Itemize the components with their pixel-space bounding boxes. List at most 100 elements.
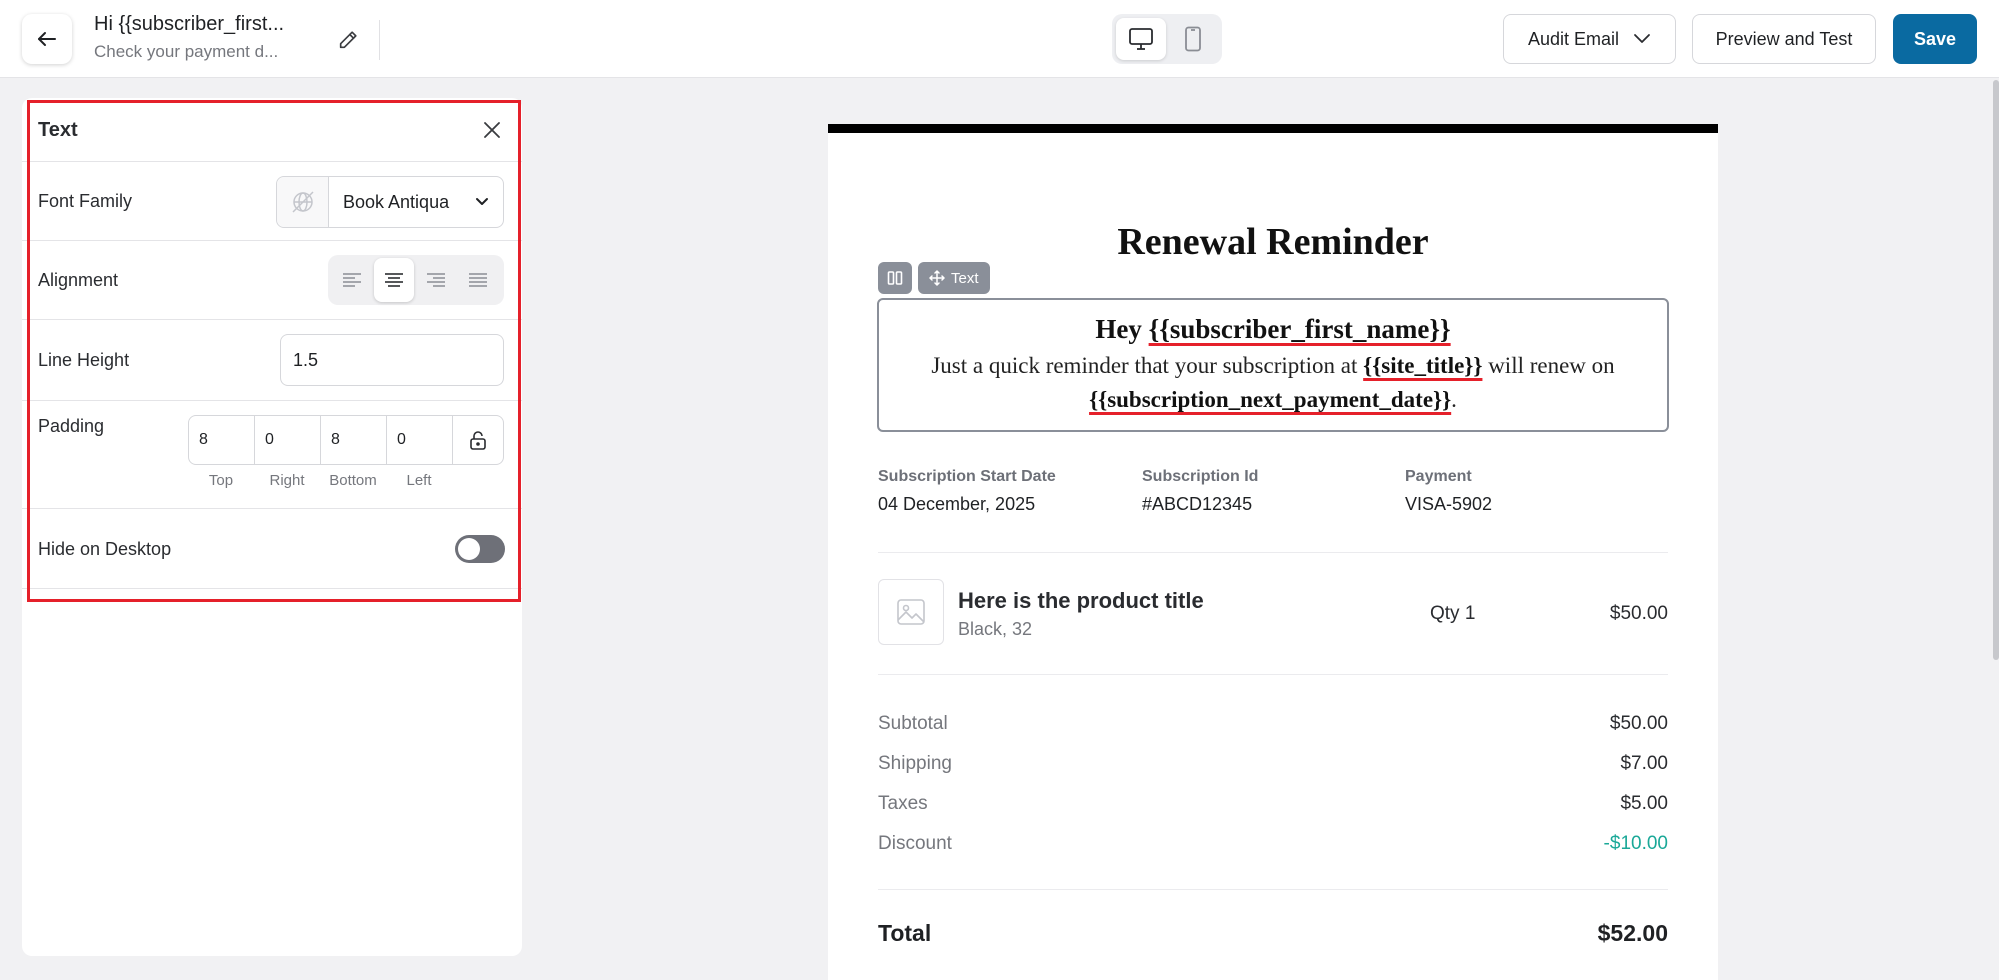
font-family-value: Book Antiqua xyxy=(343,191,450,212)
total-value: $52.00 xyxy=(1597,920,1668,946)
body-middle: will renew on xyxy=(1482,353,1615,378)
padding-left-label: Left xyxy=(406,472,432,489)
summary-row-taxes: Taxes $5.00 xyxy=(878,793,1668,819)
align-left-button[interactable] xyxy=(332,258,372,302)
product-image-placeholder xyxy=(878,579,944,645)
top-divider xyxy=(379,20,380,60)
monitor-icon xyxy=(1129,28,1153,50)
padding-lock-button[interactable] xyxy=(453,416,503,464)
panel-title: Text xyxy=(38,119,78,141)
line-height-input[interactable] xyxy=(280,334,504,386)
audit-email-label: Audit Email xyxy=(1527,28,1620,49)
audit-email-button[interactable]: Audit Email xyxy=(1503,14,1676,64)
move-icon xyxy=(929,270,945,286)
globe-disabled-icon xyxy=(291,191,314,213)
align-right-icon xyxy=(427,273,445,287)
hide-on-desktop-row: Hide on Desktop xyxy=(22,509,522,589)
align-left-icon xyxy=(343,273,361,287)
device-toggle xyxy=(1112,14,1222,64)
panel-header: Text xyxy=(22,98,522,162)
font-family-select[interactable]: Book Antiqua xyxy=(276,176,504,228)
padding-top-input[interactable]: 8 xyxy=(189,416,255,464)
chevron-down-icon xyxy=(476,198,488,205)
align-center-button[interactable] xyxy=(374,258,414,302)
font-family-dropdown[interactable]: Book Antiqua xyxy=(329,177,503,227)
web-font-toggle[interactable] xyxy=(277,177,329,227)
padding-side-labels: Top Right Bottom Left xyxy=(188,472,452,489)
padding-row: Padding 8 0 8 0 Top Right Bottom Left xyxy=(22,401,522,509)
email-subtitle: Check your payment d... xyxy=(94,42,279,61)
meta-label: Payment xyxy=(1405,468,1472,485)
selected-text-block[interactable]: Hey {{subscriber_first_name}} Just a qui… xyxy=(877,298,1669,432)
preview-and-test-button[interactable]: Preview and Test xyxy=(1692,14,1876,64)
page-scrollbar[interactable] xyxy=(1993,80,1999,660)
subscriber-first-name-var: {{subscriber_first_name}} xyxy=(1148,314,1451,344)
divider xyxy=(878,552,1668,553)
top-bar: Hi {{subscriber_first... Check your paym… xyxy=(0,0,1999,78)
summary-label: Subtotal xyxy=(878,713,948,734)
block-columns-button[interactable] xyxy=(878,262,912,294)
next-payment-date-var: {{subscription_next_payment_date}} xyxy=(1089,387,1452,412)
meta-subscription-id: Subscription Id #ABCD12345 xyxy=(1142,468,1258,515)
summary-row-subtotal: Subtotal $50.00 xyxy=(878,713,1668,739)
summary-value-discount: -$10.00 xyxy=(1603,833,1668,854)
font-family-label: Font Family xyxy=(38,191,133,211)
block-move-handle[interactable]: Text xyxy=(918,262,990,294)
product-qty: Qty 1 xyxy=(1430,603,1476,624)
greeting-line: Hey {{subscriber_first_name}} xyxy=(879,314,1667,345)
block-type-label: Text xyxy=(951,269,979,287)
meta-label: Subscription Start Date xyxy=(878,468,1056,485)
hide-on-desktop-toggle[interactable] xyxy=(455,535,505,563)
summary-label: Taxes xyxy=(878,793,928,814)
email-title-block: Hi {{subscriber_first... Check your paym… xyxy=(94,13,324,62)
padding-inputs: 8 0 8 0 xyxy=(188,415,504,465)
summary-row-discount: Discount -$10.00 xyxy=(878,833,1668,859)
padding-top-label: Top xyxy=(208,472,234,489)
align-justify-icon xyxy=(469,273,487,287)
meta-value: VISA-5902 xyxy=(1405,494,1493,514)
padding-right-input[interactable]: 0 xyxy=(255,416,321,464)
meta-label: Subscription Id xyxy=(1142,468,1259,485)
back-button[interactable] xyxy=(22,14,72,64)
summary-value: $50.00 xyxy=(1609,713,1668,734)
block-toolbar: Text xyxy=(878,262,990,294)
desktop-view-button[interactable] xyxy=(1116,18,1166,60)
align-justify-button[interactable] xyxy=(458,258,498,302)
toggle-knob xyxy=(458,538,480,560)
body-text: Just a quick reminder that your subscrip… xyxy=(879,349,1667,417)
close-icon xyxy=(484,122,500,138)
padding-label: Padding xyxy=(38,416,105,436)
padding-right-label: Right xyxy=(269,472,305,489)
padding-bottom-input[interactable]: 8 xyxy=(321,416,387,464)
align-center-icon xyxy=(385,273,403,287)
product-title: Here is the product title xyxy=(958,588,1204,613)
product-price: $50.00 xyxy=(1609,603,1668,624)
body-suffix: . xyxy=(1451,387,1457,412)
close-panel-button[interactable] xyxy=(480,118,504,142)
divider xyxy=(878,889,1668,890)
padding-left-input[interactable]: 0 xyxy=(387,416,453,464)
email-heading[interactable]: Renewal Reminder xyxy=(828,220,1718,264)
summary-value: $7.00 xyxy=(1620,753,1668,774)
meta-payment: Payment VISA-5902 xyxy=(1405,468,1492,515)
meta-start-date: Subscription Start Date 04 December, 202… xyxy=(878,468,1056,515)
unlock-icon xyxy=(470,431,486,450)
edit-title-button[interactable] xyxy=(334,26,362,54)
email-canvas: Renewal Reminder Text Hey {{subscriber_f… xyxy=(828,124,1718,980)
mobile-view-button[interactable] xyxy=(1168,18,1218,60)
align-right-button[interactable] xyxy=(416,258,456,302)
product-variant: Black, 32 xyxy=(958,619,1033,639)
columns-icon xyxy=(887,271,903,285)
save-button[interactable]: Save xyxy=(1893,14,1977,64)
hide-on-desktop-label: Hide on Desktop xyxy=(38,539,172,559)
meta-value: #ABCD12345 xyxy=(1142,494,1253,514)
meta-value: 04 December, 2025 xyxy=(878,494,1036,514)
divider xyxy=(878,674,1668,675)
smartphone-icon xyxy=(1185,26,1201,52)
body-prefix: Just a quick reminder that your subscrip… xyxy=(931,353,1364,378)
padding-bottom-label: Bottom xyxy=(329,472,377,489)
alignment-label: Alignment xyxy=(38,270,119,290)
total-label: Total xyxy=(878,920,932,946)
alignment-row: Alignment xyxy=(22,241,522,320)
greeting-prefix: Hey xyxy=(1095,314,1149,344)
